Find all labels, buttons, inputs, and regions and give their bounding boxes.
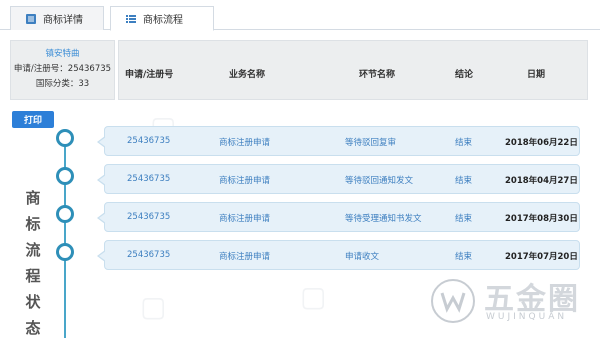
row-result: 结束 — [455, 214, 473, 224]
row-date: 2017年07月20日 — [505, 252, 578, 262]
side-title-char: 流 — [25, 241, 43, 259]
row-date: 2018年06月22日 — [505, 138, 578, 148]
print-button[interactable]: 打印 — [12, 111, 54, 128]
row-step: 等待受理通知书发文 — [345, 214, 422, 224]
row-business: 商标注册申请 — [219, 138, 271, 148]
side-title-char: 态 — [25, 319, 43, 337]
tab-trademark-details[interactable]: 商标详情 — [10, 6, 104, 30]
background-pattern: ▢ — [300, 280, 327, 313]
trademark-name: 镇安特曲 — [45, 49, 80, 59]
watermark-subtext: WUJINQUAN — [486, 312, 568, 322]
list-icon — [126, 14, 136, 23]
trademark-info-box: 镇安特曲 申请/注册号：25436735 国际分类：33 — [10, 40, 115, 100]
header-result: 结论 — [455, 70, 474, 80]
timeline-dot — [56, 129, 74, 147]
row-result: 结束 — [455, 252, 473, 262]
row-number: 25436735 — [127, 174, 171, 184]
row-business: 商标注册申请 — [219, 176, 271, 186]
row-number: 25436735 — [127, 212, 171, 222]
row-number: 25436735 — [127, 250, 171, 260]
header-business: 业务名称 — [229, 70, 266, 80]
header-number: 申请/注册号 — [125, 70, 174, 80]
side-title-char: 标 — [25, 215, 43, 233]
row-date: 2018年04月27日 — [505, 176, 578, 186]
process-row: 25436735 商标注册申请 等待驳回复审 结束 2018年06月22日 — [97, 126, 580, 156]
background-pattern: ▢ — [140, 290, 167, 323]
side-title-char: 状 — [25, 293, 43, 311]
header-date: 日期 — [527, 70, 546, 80]
tab-bar: 商标详情 商标流程 — [0, 0, 600, 31]
international-class: 国际分类：33 — [35, 79, 90, 89]
timeline-dot — [56, 243, 74, 261]
watermark: 五金圈 WUJINQUAN — [428, 272, 598, 332]
registration-number: 申请/注册号：25436735 — [13, 64, 112, 74]
row-step: 等待驳回通知发文 — [345, 176, 414, 186]
row-step: 申请收文 — [345, 252, 380, 262]
row-business: 商标注册申请 — [219, 214, 271, 224]
tab-trademark-process[interactable]: 商标流程 — [110, 6, 214, 31]
side-title-char: 程 — [25, 267, 43, 285]
timeline-dot — [56, 167, 74, 185]
header-step: 环节名称 — [359, 70, 396, 80]
process-row: 25436735 商标注册申请 等待驳回通知发文 结束 2018年04月27日 — [97, 164, 580, 194]
side-title-char: 商 — [25, 189, 43, 207]
row-date: 2017年08月30日 — [505, 214, 578, 224]
tab-label: 商标流程 — [143, 15, 183, 26]
row-step: 等待驳回复审 — [345, 138, 397, 148]
timeline-dot — [56, 205, 74, 223]
tab-label: 商标详情 — [43, 15, 83, 26]
document-icon — [26, 13, 36, 24]
process-row: 25436735 商标注册申请 等待受理通知书发文 结束 2017年08月30日 — [97, 202, 580, 232]
watermark-logo-icon — [430, 278, 476, 324]
row-result: 结束 — [455, 176, 473, 186]
process-row: 25436735 商标注册申请 申请收文 结束 2017年07月20日 — [97, 240, 580, 270]
row-number: 25436735 — [127, 136, 171, 146]
side-title: 商 标 流 程 状 态 — [22, 185, 46, 340]
row-result: 结束 — [455, 138, 473, 148]
table-header: 申请/注册号 业务名称 环节名称 结论 日期 — [118, 40, 588, 100]
row-business: 商标注册申请 — [219, 252, 271, 262]
